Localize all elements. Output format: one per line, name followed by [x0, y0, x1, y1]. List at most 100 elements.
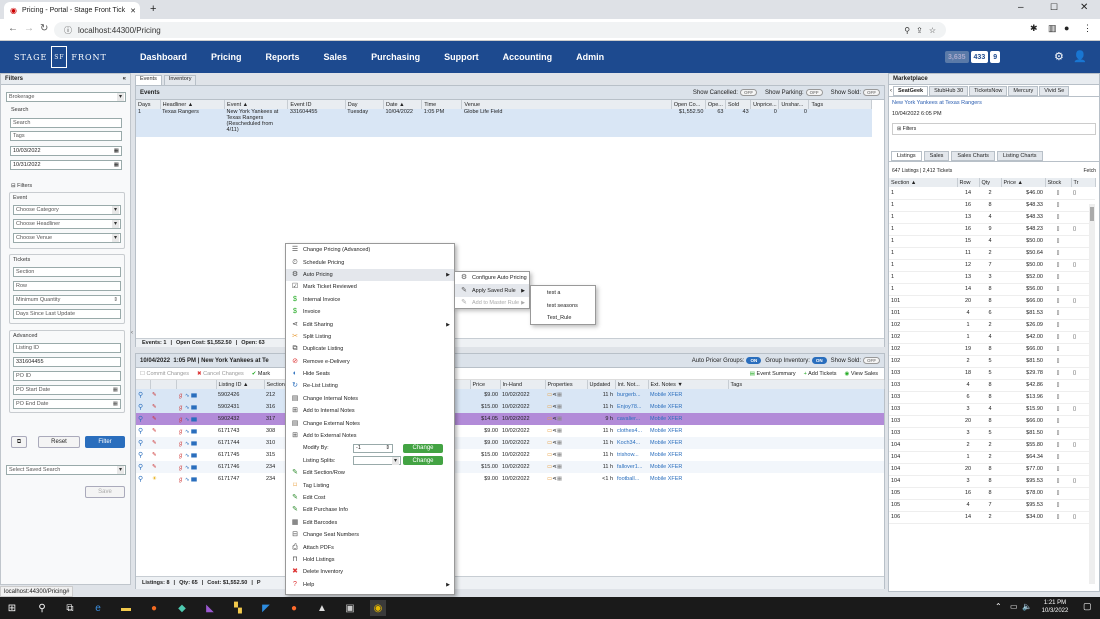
inventory-cell[interactable]: ⚲: [136, 401, 150, 413]
section-input[interactable]: Section: [13, 267, 121, 277]
browser-tab[interactable]: ◉ Pricing - Portal - Stage Front Tick ✕: [4, 2, 140, 19]
market-row[interactable]: 1 13 3 $52.00 ▯: [889, 271, 1095, 283]
inventory-cell[interactable]: ℊ ∿ ▆: [176, 449, 216, 461]
inventory-cell[interactable]: ℊ ∿ ▆: [176, 401, 216, 413]
firefox-icon[interactable]: ●: [146, 600, 162, 616]
inventory-cell[interactable]: ℊ ∿ ▆: [176, 473, 216, 485]
sidebar-icon[interactable]: ▥: [1048, 23, 1057, 34]
context-item[interactable]: ⊟ Change Seat Numbers: [286, 529, 454, 541]
inventory-cell[interactable]: ▭⋖▦: [545, 449, 587, 461]
chrome-icon[interactable]: ◉: [370, 600, 386, 616]
context-item[interactable]: ▦ Edit Barcodes: [286, 517, 454, 529]
context-item[interactable]: ✎ Edit Section/Row: [286, 467, 454, 479]
close-tab-icon[interactable]: ✕: [130, 7, 136, 15]
badge-total[interactable]: 3,635: [945, 51, 969, 63]
inventory-cell[interactable]: ✎: [150, 437, 176, 449]
search-icon[interactable]: ⚲: [904, 26, 910, 35]
rule-item[interactable]: test a: [531, 287, 595, 299]
venue-select[interactable]: Choose Venue: [13, 233, 121, 243]
market-row[interactable]: 1 16 8 $48.33 ▯: [889, 199, 1095, 211]
events-col-header[interactable]: Days: [136, 100, 161, 109]
reload-icon[interactable]: ↻: [40, 23, 48, 34]
tags-input[interactable]: Tags: [10, 131, 122, 141]
market-row[interactable]: 101 20 8 $66.00 ▯ ▯: [889, 295, 1095, 307]
new-tab-icon[interactable]: +: [150, 3, 156, 15]
context-item[interactable]: ⧉ Duplicate Listing: [286, 343, 454, 355]
back-icon[interactable]: ←: [8, 23, 18, 34]
min-quantity-input[interactable]: Minimum Quantity ⇕: [13, 295, 121, 305]
inventory-cell[interactable]: ℊ ∿ ▆: [176, 389, 216, 401]
events-col-header[interactable]: Unprice...: [750, 100, 780, 109]
nav-admin[interactable]: Admin: [576, 52, 604, 62]
nav-reports[interactable]: Reports: [266, 52, 300, 62]
inventory-cell[interactable]: ⚲: [136, 473, 150, 485]
market-tab[interactable]: Mercury: [1008, 85, 1039, 96]
context-item[interactable]: ✂ Split Listing: [286, 331, 454, 343]
inventory-col-header[interactable]: Ext. Notes ▼: [648, 380, 729, 389]
configure-auto-pricing-item[interactable]: ⚙ Configure Auto Pricing: [455, 272, 529, 284]
inventory-cell[interactable]: ☀: [150, 473, 176, 485]
events-col-header[interactable]: Date ▲: [383, 100, 423, 109]
context-item[interactable]: ⚙ Auto Pricing ▶: [286, 268, 454, 282]
group-inventory-toggle[interactable]: ON: [811, 357, 827, 364]
events-col-header[interactable]: Sold: [725, 100, 752, 109]
event-row[interactable]: 1 Texas Rangers New York Yankees at Texas …: [136, 109, 872, 137]
market-col-header[interactable]: Stock: [1045, 178, 1072, 187]
nav-sales[interactable]: Sales: [324, 52, 348, 62]
market-subtab[interactable]: Listing Charts: [996, 151, 1043, 161]
inventory-row[interactable]: ⚲ ☀ ℊ ∿ ▆ 6171747 234 $9.00 10/02/2022 ▭⋖▦ <1 hf…: [136, 473, 884, 485]
nav-support[interactable]: Support: [444, 52, 479, 62]
search-icon[interactable]: ⚲: [34, 600, 50, 616]
inventory-col-header[interactable]: [150, 380, 177, 389]
splits-change-button[interactable]: Change: [403, 456, 443, 466]
inventory-row[interactable]: ⚲ ✎ ℊ ∿ ▆ 6171746 234 $15.00 10/02/2022 ▭⋖▦ 11 h…: [136, 461, 884, 473]
splitter-icon[interactable]: ‹: [131, 330, 133, 336]
market-row[interactable]: 1 11 2 $50.64 ▯: [889, 247, 1095, 259]
inventory-col-header[interactable]: [176, 380, 217, 389]
postman-icon[interactable]: ●: [286, 600, 302, 616]
market-row[interactable]: 104 20 8 $77.00 ▯: [889, 463, 1095, 475]
inventory-cell[interactable]: ✎: [150, 461, 176, 473]
market-row[interactable]: 103 3 5 $81.50 ▯: [889, 427, 1095, 439]
inventory-cell[interactable]: ℊ ∿ ▆: [176, 437, 216, 449]
rule-item[interactable]: test seasons: [531, 299, 595, 311]
market-subtab[interactable]: Sales Charts: [951, 151, 995, 161]
rule-item[interactable]: Test_Rule: [531, 312, 595, 324]
inventory-cell[interactable]: ⚲: [136, 461, 150, 473]
visual-studio-icon[interactable]: ◣: [202, 600, 218, 616]
market-row[interactable]: 104 3 8 $95.53 ▯ ▯: [889, 475, 1095, 487]
inventory-cell[interactable]: ℊ ∿ ▆: [176, 461, 216, 473]
modify-change-button[interactable]: Change: [403, 443, 443, 453]
vscode-icon[interactable]: ◤: [258, 600, 274, 616]
inventory-cell[interactable]: ▭⋖▦: [545, 461, 587, 473]
inventory-cell[interactable]: ✎: [150, 449, 176, 461]
market-col-header[interactable]: Section ▲: [889, 178, 958, 187]
context-item[interactable]: ⏲ Schedule Pricing: [286, 256, 454, 268]
tabs-prev-icon[interactable]: ‹: [890, 88, 892, 94]
context-item[interactable]: ☑ Mark Ticket Reviewed: [286, 281, 454, 293]
market-tab[interactable]: Vivid Se: [1039, 85, 1070, 96]
market-row[interactable]: 102 1 4 $42.00 ▯ ▯: [889, 331, 1095, 343]
market-row[interactable]: 105 16 8 $78.00 ▯: [889, 487, 1095, 499]
user-icon[interactable]: 👤: [1073, 50, 1087, 63]
market-row[interactable]: 102 2 5 $81.50 ▯: [889, 355, 1095, 367]
url-bar[interactable]: ⓘ localhost:44300/Pricing ⚲ ⇪ ☆: [54, 22, 946, 38]
clock[interactable]: 1:21 PM 10/3/2022: [1036, 599, 1074, 615]
listing-splits-select[interactable]: [353, 456, 401, 466]
inventory-cell[interactable]: ▭⋖▦: [545, 401, 587, 413]
show-sold-toggle[interactable]: OFF: [863, 89, 880, 96]
badge-alerts[interactable]: 9: [990, 51, 1001, 63]
edge-icon[interactable]: e: [90, 600, 106, 616]
market-subtab[interactable]: Listings: [891, 151, 922, 161]
file-explorer-icon[interactable]: ▬: [118, 600, 134, 616]
save-button[interactable]: Save: [85, 486, 125, 498]
inventory-col-header[interactable]: Properties: [545, 380, 588, 389]
event-summary-button[interactable]: ▤ Event Summary: [750, 371, 796, 377]
inventory-col-header[interactable]: Section: [264, 380, 287, 389]
market-row[interactable]: 1 14 8 $56.00 ▯: [889, 283, 1095, 295]
market-col-header[interactable]: Row: [957, 178, 980, 187]
extensions-icon[interactable]: ✱: [1030, 23, 1038, 34]
inventory-cell[interactable]: ✎: [150, 413, 176, 425]
copy-button[interactable]: ⧉: [11, 436, 27, 448]
inventory-cell[interactable]: ▭⋖▦: [545, 425, 587, 437]
